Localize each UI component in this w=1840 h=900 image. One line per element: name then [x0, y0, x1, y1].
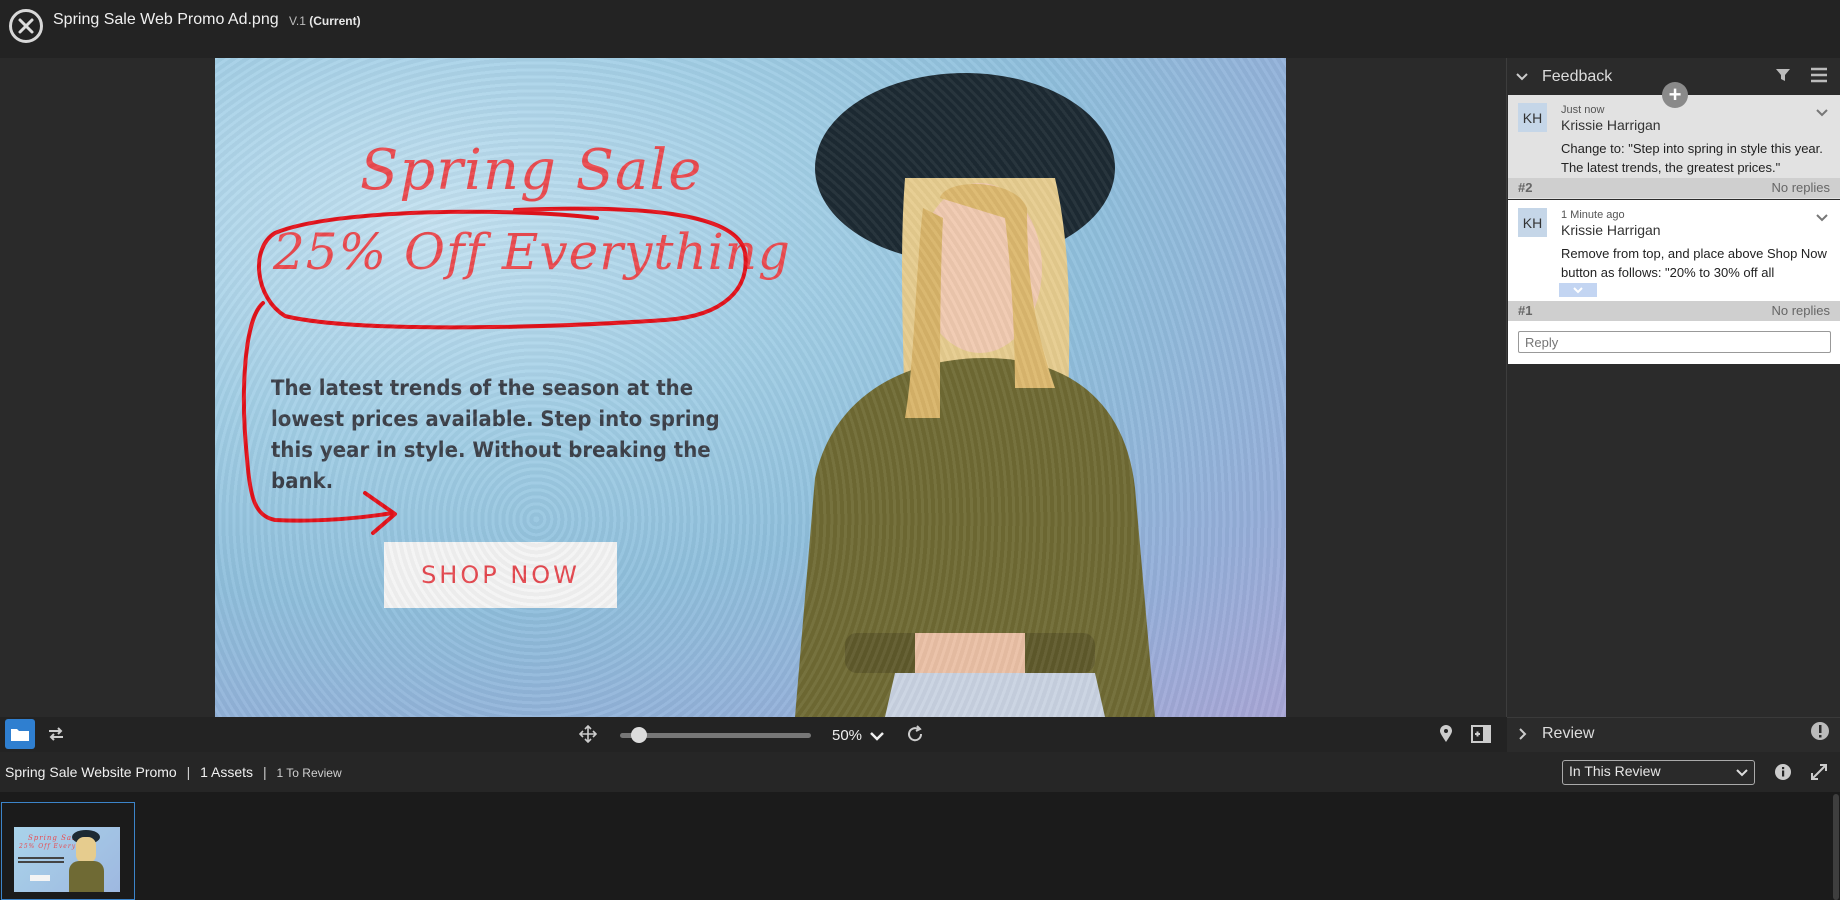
- comment-number: #2: [1518, 180, 1533, 195]
- comment-text: Remove from top, and place above Shop No…: [1561, 246, 1827, 280]
- alert-icon[interactable]: [1810, 721, 1830, 741]
- avatar: KH: [1518, 208, 1547, 237]
- comment-author: Krissie Harrigan: [1561, 117, 1661, 133]
- separator: |: [262, 764, 267, 780]
- avatar: KH: [1518, 103, 1547, 132]
- separator: |: [186, 764, 191, 780]
- project-name[interactable]: Spring Sale Website Promo: [5, 764, 177, 780]
- strip-scrollbar[interactable]: [1833, 794, 1839, 900]
- chevron-down-icon: [870, 732, 885, 741]
- asset-strip: [0, 792, 1840, 900]
- chevron-down-icon[interactable]: [1816, 212, 1828, 224]
- comment-number: #1: [1518, 303, 1533, 318]
- comment-time: 1 Minute ago: [1561, 209, 1625, 221]
- thumbnail-body-line: [18, 857, 64, 859]
- review-filter-select[interactable]: In This Review: [1562, 760, 1755, 785]
- comment-replies[interactable]: No replies: [1771, 180, 1830, 195]
- close-icon[interactable]: [9, 9, 43, 43]
- chevron-right-icon[interactable]: [1518, 728, 1528, 740]
- zoom-level-value: 50%: [832, 727, 863, 744]
- reply-input[interactable]: [1518, 331, 1831, 353]
- thumbnail-hair: [76, 837, 96, 863]
- menu-icon[interactable]: [1810, 67, 1828, 83]
- promo-artwork[interactable]: Spring Sale 25% Off Everything The lates…: [215, 58, 1286, 717]
- comment-footer: #2 No replies: [1508, 178, 1840, 198]
- comment-time: Just now: [1561, 104, 1605, 116]
- thumbnail-body-line: [18, 861, 64, 863]
- location-pin-icon[interactable]: [1434, 722, 1458, 746]
- asset-count: 1 Assets: [200, 764, 254, 780]
- panel-toggle-icon[interactable]: [1469, 722, 1493, 746]
- thumbnail-image[interactable]: Spring Sale 25% Off Everything: [14, 827, 120, 892]
- chevron-down-icon: [1736, 769, 1748, 777]
- zoom-slider[interactable]: [620, 733, 811, 738]
- zoom-level[interactable]: 50%: [832, 727, 885, 744]
- expand-icon[interactable]: [1810, 763, 1828, 781]
- fit-screen-icon[interactable]: [576, 722, 600, 746]
- comment-card[interactable]: KH 1 Minute ago Krissie Harrigan Remove …: [1508, 200, 1840, 322]
- filter-icon[interactable]: [1775, 67, 1791, 83]
- feedback-title: Feedback: [1542, 68, 1613, 85]
- project-info: Spring Sale Website Promo | 1 Assets | 1…: [5, 764, 342, 780]
- comment-author: Krissie Harrigan: [1561, 222, 1661, 238]
- refresh-icon[interactable]: [903, 722, 927, 746]
- chevron-down-icon[interactable]: [1816, 107, 1828, 119]
- comment-replies[interactable]: No replies: [1771, 303, 1830, 318]
- chevron-down-icon: [1573, 286, 1583, 293]
- comment-card[interactable]: KH Just now Krissie Harrigan Change to: …: [1508, 95, 1840, 199]
- chevron-down-icon[interactable]: [1516, 72, 1528, 82]
- zoom-slider-handle[interactable]: [631, 727, 648, 743]
- model-photo: [795, 73, 1155, 717]
- review-filter-value: In This Review: [1569, 763, 1661, 779]
- version-label: V.1 (Current): [289, 14, 361, 28]
- swap-icon[interactable]: [44, 722, 68, 746]
- comment-footer: #1 No replies: [1508, 301, 1840, 321]
- info-icon[interactable]: [1774, 763, 1792, 781]
- folder-icon[interactable]: [5, 719, 35, 749]
- expand-comment-button[interactable]: [1559, 283, 1597, 297]
- to-review-count: 1 To Review: [276, 766, 342, 780]
- thumbnail-button: [30, 875, 50, 881]
- comment-text: Change to: "Step into spring in style th…: [1561, 141, 1823, 175]
- review-title: Review: [1542, 725, 1595, 742]
- thumbnail-top: [69, 861, 104, 892]
- version-status: (Current): [309, 14, 361, 28]
- file-title: Spring Sale Web Promo Ad.png: [53, 11, 279, 28]
- version-number: V.1: [289, 14, 306, 28]
- top-bar: [0, 0, 1840, 58]
- add-comment-button[interactable]: +: [1662, 82, 1688, 108]
